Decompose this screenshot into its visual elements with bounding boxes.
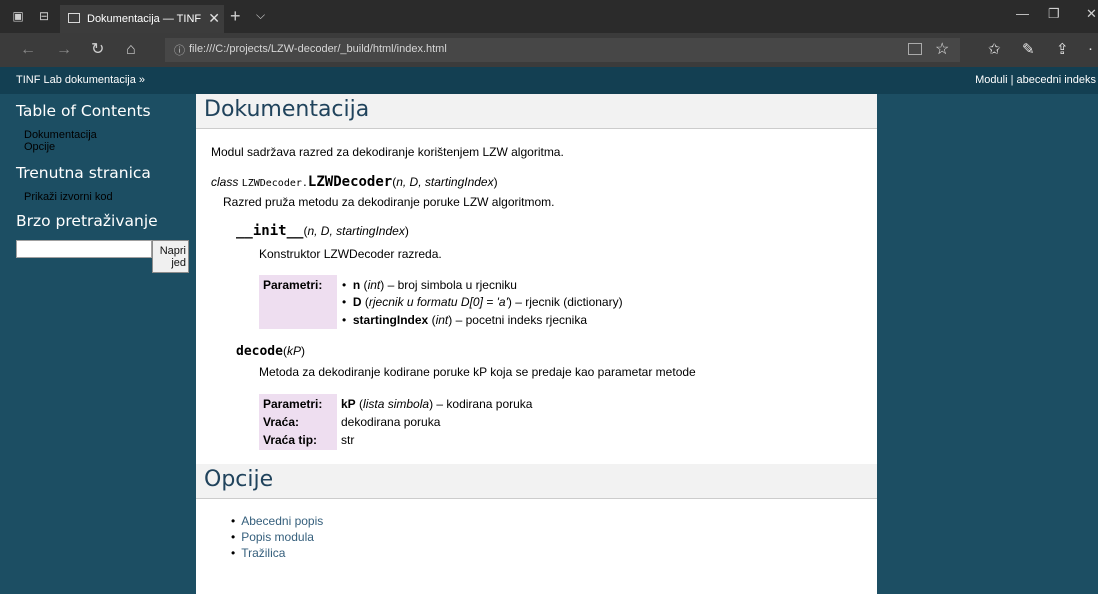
class-keyword: class <box>211 175 239 189</box>
param-type: lista simbola <box>363 397 430 411</box>
restore-icon[interactable]: ❐ <box>1048 6 1060 22</box>
share-icon[interactable]: ⇪ <box>1056 40 1069 58</box>
decode-params-label: Parametri: <box>263 397 323 411</box>
favorite-star-icon[interactable]: ☆ <box>935 39 949 59</box>
browser-tab-strip: ▣ ⊟ Dokumentacija — TINF ✕ + ⌵ — ❐ ✕ <box>0 0 1098 33</box>
param-type: rjecnik u formatu D[0] = 'a' <box>368 295 508 309</box>
param-type: int <box>367 278 381 292</box>
address-bar[interactable]: ⓘ file:///C:/projects/LZW-decoder/_build… <box>165 38 960 62</box>
search-input[interactable] <box>16 240 152 258</box>
toc-heading: Table of Contents <box>16 102 151 120</box>
search-heading: Brzo pretraživanje <box>16 212 158 230</box>
returns-value: dekodirana poruka <box>341 415 441 429</box>
param-name: D <box>352 295 362 309</box>
modules-index-links[interactable]: Moduli | abecedni indeks <box>975 74 1096 86</box>
class-description: Razred pruža metodu za dekodiranje poruk… <box>223 195 555 209</box>
decode-description: Metoda za dekodiranje kodirane poruke kP… <box>259 365 696 379</box>
forward-icon[interactable]: → <box>56 41 72 59</box>
refresh-icon[interactable]: ↻ <box>91 41 104 59</box>
class-name: LZWDecoder <box>307 174 393 190</box>
option-label[interactable]: Tražilica <box>241 546 285 560</box>
bullet: • <box>342 313 347 327</box>
paren-open: ( <box>360 278 368 292</box>
class-module-prefix: LZWDecoder. <box>241 178 308 189</box>
browser-tab[interactable]: Dokumentacija — TINF ✕ <box>60 5 224 33</box>
module-description: Modul sadržava razred za dekodiranje kor… <box>211 145 564 159</box>
related-navigation-bar: TINF Lab dokumentacija » Moduli | abeced… <box>0 67 1098 94</box>
decode-name: decode <box>236 344 283 359</box>
sidebar: Table of Contents Dokumentacija Opcije T… <box>0 94 195 594</box>
class-signature: class LZWDecoder.LZWDecoder(n, D, starti… <box>211 174 498 190</box>
web-note-pen-icon[interactable]: ✎ <box>1022 40 1035 58</box>
tabs-aside-icon[interactable]: ⊟ <box>36 8 52 24</box>
option-label[interactable]: Popis modula <box>241 530 314 544</box>
param-desc: – kodirana poruka <box>433 397 533 411</box>
page-title: Dokumentacija <box>204 97 370 122</box>
param-desc: – broj simbola u rjecniku <box>384 278 517 292</box>
home-icon[interactable]: ⌂ <box>126 41 136 59</box>
bullet: • <box>342 295 347 309</box>
paren-open: ( <box>361 295 369 309</box>
param-name: kP <box>341 397 356 411</box>
returns-label: Vraća: <box>263 415 300 429</box>
search-button[interactable]: Napri jed <box>152 240 189 273</box>
close-window-icon[interactable]: ✕ <box>1086 6 1097 22</box>
init-name: __init__ <box>236 223 304 239</box>
bullet: • <box>342 278 347 292</box>
bullet: • <box>231 546 236 560</box>
this-page-heading: Trenutna stranica <box>16 164 151 182</box>
page-icon <box>68 13 80 23</box>
decode-signature: decode(kP) <box>236 344 305 359</box>
param-type: int <box>435 313 449 327</box>
bullet: • <box>231 530 236 544</box>
tab-close-button[interactable]: ✕ <box>208 10 220 27</box>
show-source-link[interactable]: Prikaži izvorni kod <box>24 191 113 203</box>
browser-toolbar: ← → ↻ ⌂ ⓘ file:///C:/projects/LZW-decode… <box>0 33 1098 67</box>
bullet: • <box>231 514 236 528</box>
param-item-d: • D (rjecnik u formatu D[0] = 'a') – rje… <box>342 295 623 309</box>
tab-preview-chevron-icon[interactable]: ⌵ <box>256 8 265 23</box>
class-params: n, D, startingIndex <box>396 175 494 189</box>
more-menu-icon[interactable]: · <box>1088 40 1093 57</box>
init-signature: __init__(n, D, startingIndex) <box>236 223 409 239</box>
paren-close: ) <box>493 175 498 189</box>
favorites-hub-icon[interactable]: ✩ <box>988 40 1001 58</box>
param-desc: – rjecnik (dictionary) <box>511 295 623 309</box>
return-type-value: str <box>341 433 355 447</box>
site-info-icon[interactable]: ⓘ <box>174 42 185 58</box>
paren-close: ) <box>404 224 409 238</box>
options-title: Opcije <box>204 467 274 492</box>
new-tab-button[interactable]: + <box>230 6 241 27</box>
document-body: Dokumentacija Modul sadržava razred za d… <box>196 94 877 594</box>
init-description: Konstruktor LZWDecoder razreda. <box>259 247 442 261</box>
paren-close: ) <box>300 344 305 358</box>
reading-view-icon[interactable] <box>908 43 922 55</box>
decode-params: kP <box>286 344 301 358</box>
param-name: startingIndex <box>352 313 429 327</box>
init-params-label: Parametri: <box>263 278 323 292</box>
param-desc: – pocetni indeks rjecnika <box>452 313 588 327</box>
decode-param-kp: kP (lista simbola) – kodirana poruka <box>341 397 532 411</box>
tab-title: Dokumentacija — TINF <box>87 13 202 25</box>
return-type-label: Vraća tip: <box>263 433 318 447</box>
param-item-n: • n (int) – broj simbola u rjecniku <box>342 278 517 292</box>
option-link-trazilica[interactable]: • Tražilica <box>231 546 285 560</box>
minimize-icon[interactable]: — <box>1016 6 1029 21</box>
param-item-startingindex: • startingIndex (int) – pocetni indeks r… <box>342 313 587 327</box>
toc-link-opcije[interactable]: Opcije <box>24 141 55 153</box>
option-label[interactable]: Abecedni popis <box>241 514 323 528</box>
options-title-bar: Opcije <box>196 464 877 499</box>
back-icon[interactable]: ← <box>20 41 36 59</box>
paren-open: ( <box>428 313 436 327</box>
option-link-abecedni-popis[interactable]: • Abecedni popis <box>231 514 323 528</box>
paren-open: ( <box>355 397 364 411</box>
page-title-bar: Dokumentacija <box>196 94 877 129</box>
toc-link-dokumentacija[interactable]: Dokumentacija <box>24 129 97 141</box>
option-link-popis-modula[interactable]: • Popis modula <box>231 530 314 544</box>
url-text[interactable]: file:///C:/projects/LZW-decoder/_build/h… <box>189 43 447 55</box>
home-link[interactable]: TINF Lab dokumentacija » <box>16 74 145 86</box>
init-params: n, D, startingIndex <box>307 224 405 238</box>
set-aside-tabs-icon[interactable]: ▣ <box>10 8 26 24</box>
